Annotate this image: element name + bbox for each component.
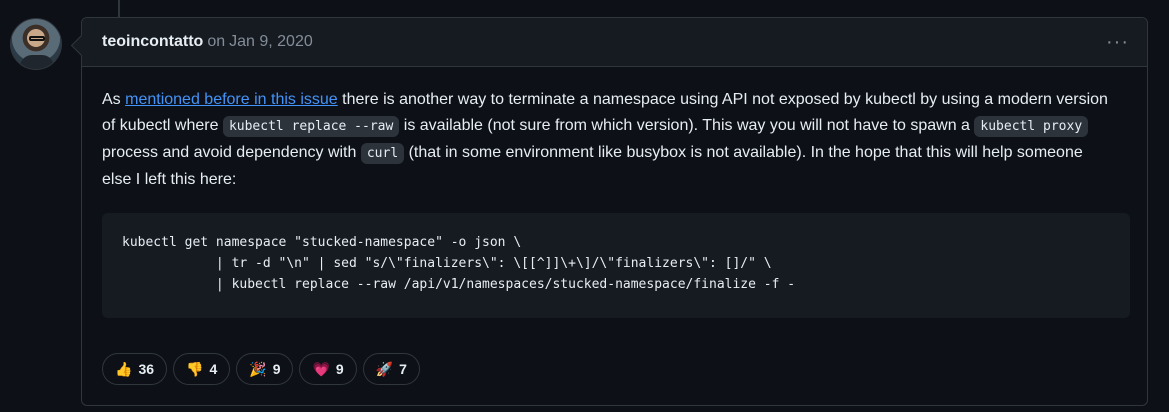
comment-card: teoincontatto on Jan 9, 2020 ··· As ment… [81,17,1148,406]
comment-body: As mentioned before in this issue there … [82,67,1147,318]
body-text-4: process and avoid dependency with [102,144,361,161]
reaction-thumbs-down[interactable]: 👎 4 [173,353,231,385]
glasses-shape [29,36,45,41]
reaction-count: 9 [335,361,344,377]
on-label: on [207,33,226,50]
body-text-3: is available (not sure from which versio… [399,117,975,134]
reaction-count: 9 [272,361,281,377]
inline-code-curl: curl [360,143,405,164]
tada-icon: 🎉 [249,360,267,377]
reaction-thumbs-up[interactable]: 👍 36 [102,353,168,385]
shirt-shape [20,55,54,69]
kebab-menu-icon[interactable]: ··· [1106,32,1129,52]
author-avatar[interactable] [10,18,62,70]
comment-header: teoincontatto on Jan 9, 2020 ··· [82,18,1147,67]
comment-paragraph: As mentioned before in this issue there … [102,87,1112,193]
code-line: | tr -d "\n" | sed "s/\"finalizers\": \[… [122,256,772,271]
code-line: kubectl get namespace "stucked-namespace… [122,235,522,250]
reaction-count: 4 [209,361,218,377]
timeline-line [118,0,120,18]
code-block[interactable]: kubectl get namespace "stucked-namespace… [102,213,1130,318]
inline-code-replace-raw: kubectl replace --raw [222,116,400,137]
author-link[interactable]: teoincontatto [102,33,203,51]
issue-link[interactable]: mentioned before in this issue [125,91,338,108]
reaction-heart[interactable]: 💗 9 [299,353,357,385]
reactions-bar: 👍 36 👎 4 🎉 9 💗 9 🚀 7 [102,353,420,385]
reaction-rocket[interactable]: 🚀 7 [362,353,420,385]
body-text-1: As [102,91,126,108]
comment-timestamp[interactable]: Jan 9, 2020 [229,33,313,51]
thumbs-up-icon: 👍 [115,360,133,377]
inline-code-proxy: kubectl proxy [974,116,1089,137]
heart-icon: 💗 [312,360,330,377]
reaction-count: 7 [399,361,407,377]
reaction-count: 36 [138,361,155,377]
reaction-tada[interactable]: 🎉 9 [236,353,294,385]
rocket-icon: 🚀 [375,360,394,377]
thumbs-down-icon: 👎 [186,360,204,377]
code-line: | kubectl replace --raw /api/v1/namespac… [122,277,796,292]
